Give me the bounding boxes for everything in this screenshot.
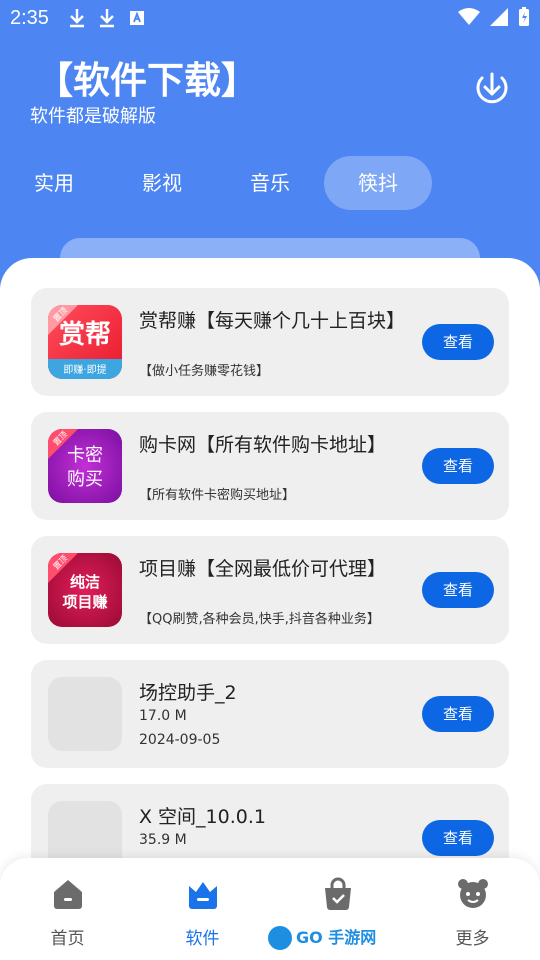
nav-home[interactable]: 首页 — [0, 858, 135, 960]
list-item[interactable]: 置顶 纯洁 项目赚 项目赚【全网最低价可代理】 【QQ刷赞,各种会员,快手,抖音… — [31, 536, 509, 644]
download-icon[interactable] — [472, 68, 512, 108]
category-tabs: 实用 影视 音乐 筷抖 — [0, 156, 540, 210]
home-icon — [53, 880, 82, 909]
list-item[interactable]: 置顶 卡密 购买 购卡网【所有软件购卡地址】 【所有软件卡密购买地址】 查看 — [31, 412, 509, 520]
view-button[interactable]: 查看 — [422, 820, 494, 856]
app-list-panel: 置顶 赏帮 即赚·即提 赏帮赚【每天赚个几十上百块】 【做小任务赚零花钱】 查看… — [0, 258, 540, 960]
app-icon-shangbangzhuan: 置顶 赏帮 即赚·即提 — [48, 305, 122, 379]
crown-icon — [188, 882, 217, 909]
list-item[interactable]: 场控助手_2 17.0 M 2024-09-05 查看 — [31, 660, 509, 768]
page-subtitle: 软件都是破解版 — [30, 106, 156, 127]
nav-label: 更多 — [455, 929, 490, 949]
view-button[interactable]: 查看 — [422, 448, 494, 484]
signal-icon — [490, 8, 508, 26]
app-description: 【QQ刷赞,各种会员,快手,抖音各种业务】 — [139, 612, 380, 627]
tab-music[interactable]: 音乐 — [216, 156, 324, 210]
app-size: 35.9 M — [139, 832, 187, 848]
app-title: 项目赚【全网最低价可代理】 — [139, 558, 387, 580]
app-title: X 空间_10.0.1 — [139, 806, 266, 828]
tab-practical[interactable]: 实用 — [0, 156, 108, 210]
app-title: 赏帮赚【每天赚个几十上百块】 — [139, 310, 406, 332]
app-icon-placeholder — [48, 677, 122, 751]
nav-label: 首页 — [50, 929, 85, 949]
download-notification-icon — [70, 9, 84, 28]
icon-main-text: 赏帮 — [59, 320, 111, 350]
page-title: 【软件下载】 — [36, 59, 258, 102]
status-time: 2:35 — [10, 7, 49, 29]
tab-video[interactable]: 影视 — [108, 156, 216, 210]
app-description: 【所有软件卡密购买地址】 — [139, 488, 296, 503]
app-description: 【做小任务赚零花钱】 — [139, 364, 270, 379]
watermark-text: GO 手游网 — [296, 928, 377, 947]
icon-main-text: 项目赚 — [62, 593, 107, 611]
font-notification-icon — [130, 11, 144, 25]
nav-more[interactable]: 更多 — [405, 858, 540, 960]
nav-label: 软件 — [185, 929, 220, 949]
list-item[interactable]: 置顶 赏帮 即赚·即提 赏帮赚【每天赚个几十上百块】 【做小任务赚零花钱】 查看 — [31, 288, 509, 396]
shopping-bag-icon — [324, 877, 351, 910]
icon-main-text: 纯洁 — [70, 573, 100, 591]
wifi-icon — [458, 8, 480, 25]
app-icon-xiangmuzhuan: 置顶 纯洁 项目赚 — [48, 553, 122, 627]
more-face-icon — [457, 879, 488, 908]
view-button[interactable]: 查看 — [422, 696, 494, 732]
app-icon-goukawang: 置顶 卡密 购买 — [48, 429, 122, 503]
icon-main-text: 卡密 — [67, 445, 103, 466]
app-title: 场控助手_2 — [139, 682, 237, 704]
battery-icon — [519, 7, 529, 26]
app-date: 2024-09-05 — [139, 732, 221, 748]
icon-sub-text: 即赚·即提 — [63, 363, 106, 376]
watermark-logo-icon — [268, 926, 292, 950]
status-bar: 2:35 — [0, 0, 540, 36]
download-notification-icon — [100, 9, 114, 28]
app-size: 17.0 M — [139, 708, 187, 724]
app-title: 购卡网【所有软件购卡地址】 — [139, 434, 387, 456]
nav-software[interactable]: 软件 — [135, 858, 270, 960]
view-button[interactable]: 查看 — [422, 572, 494, 608]
tab-kuaidou[interactable]: 筷抖 — [324, 156, 432, 210]
view-button[interactable]: 查看 — [422, 324, 494, 360]
icon-main-text: 购买 — [67, 469, 103, 490]
